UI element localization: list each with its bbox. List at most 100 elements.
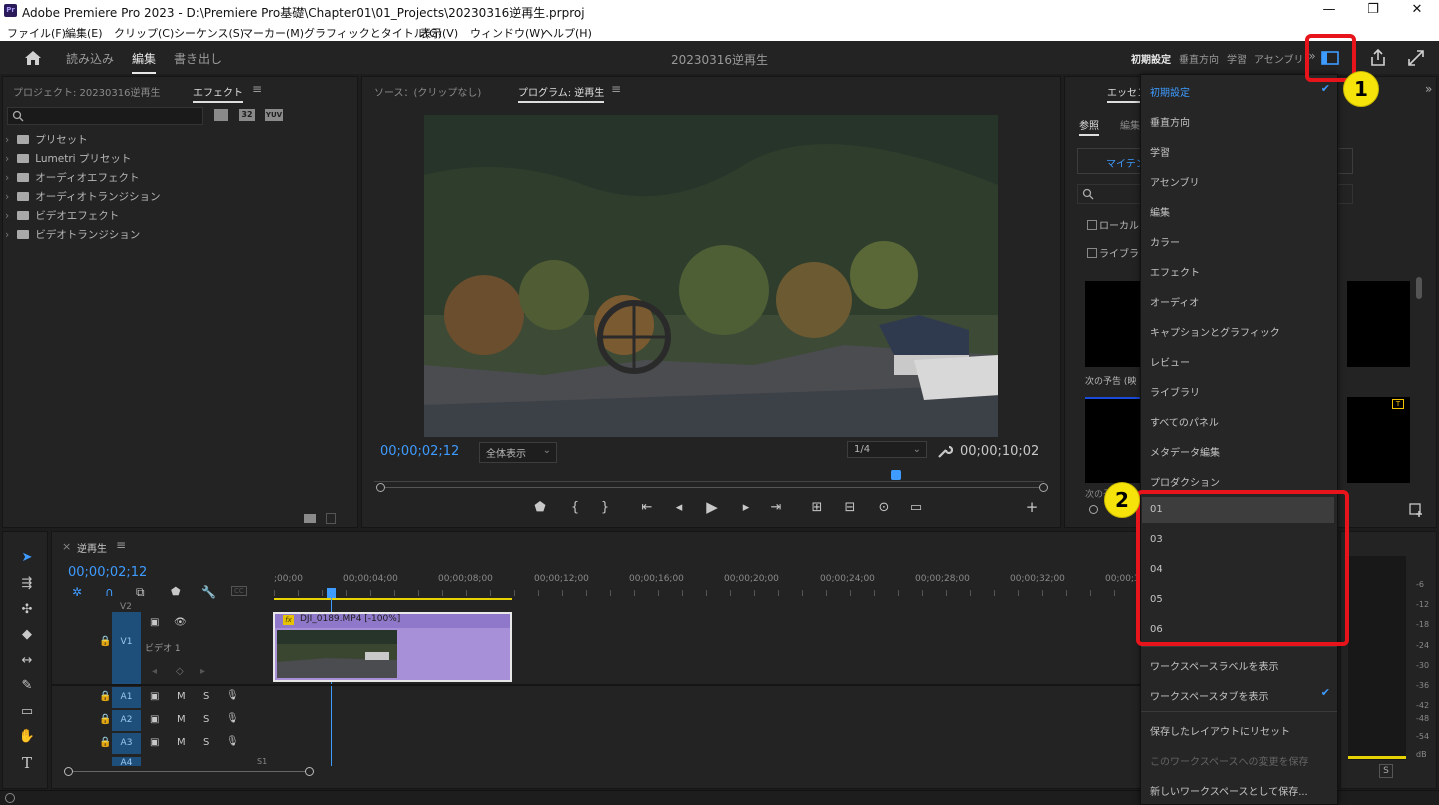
microphone-icon[interactable]: 🎙 — [226, 736, 239, 747]
go-to-in-icon[interactable]: ⇤ — [638, 500, 656, 515]
ripple-edit-tool-icon[interactable]: ✣ — [17, 602, 37, 617]
work-area-bar[interactable] — [274, 598, 512, 600]
tree-item-presets[interactable]: › プリセット — [5, 132, 88, 147]
effects-search-input[interactable] — [7, 107, 203, 125]
menu-item-color[interactable]: カラー — [1150, 234, 1180, 249]
tree-item-video-transitions[interactable]: › ビデオトランジション — [5, 227, 140, 242]
status-icon[interactable] — [5, 793, 15, 803]
scrollbar-handle-left[interactable] — [64, 767, 73, 776]
program-playhead[interactable] — [890, 470, 901, 480]
track-target-a1[interactable]: A1 — [112, 687, 141, 708]
menu-item-production[interactable]: プロダクション — [1150, 474, 1220, 489]
add-keyframe-icon[interactable]: ◇ — [176, 666, 184, 677]
workspace-assembly[interactable]: アセンブリ — [1254, 51, 1304, 66]
selection-tool-icon[interactable]: ➤ — [17, 550, 37, 565]
menu-item-default[interactable]: 初期設定 — [1150, 84, 1190, 99]
mute-button[interactable]: M — [177, 737, 186, 748]
add-marker-icon[interactable]: ⬟ — [531, 500, 549, 515]
template-thumbnail[interactable] — [1347, 281, 1410, 367]
zoom-fit-dropdown[interactable]: 全体表示 ⌄ — [479, 442, 557, 463]
hand-tool-icon[interactable]: ✋ — [17, 729, 37, 744]
linked-selection-icon[interactable]: ⧉ — [136, 585, 145, 600]
fullscreen-icon[interactable] — [1407, 49, 1425, 67]
eye-icon[interactable]: 👁 — [174, 617, 187, 628]
tab-edit-graphics[interactable]: 編集 — [1120, 117, 1140, 132]
share-icon[interactable] — [1368, 48, 1388, 68]
template-thumbnail[interactable] — [1085, 397, 1145, 483]
tab-project[interactable]: プロジェクト: 20230316逆再生 — [13, 84, 160, 99]
menu-marker[interactable]: マーカー(M) — [242, 25, 304, 41]
mute-button[interactable]: M — [177, 714, 186, 725]
playback-resolution-dropdown[interactable]: 1/4 ⌄ — [847, 441, 927, 458]
captions-icon[interactable]: CC — [231, 586, 247, 596]
timeline-ruler-ticks[interactable] — [274, 590, 1140, 596]
sync-lock-icon[interactable]: ▣ — [150, 714, 159, 725]
tree-item-lumetri[interactable]: › Lumetri プリセット — [5, 151, 131, 166]
sync-lock-icon[interactable]: ▣ — [150, 617, 159, 628]
yuv-effects-icon[interactable]: YUV — [265, 109, 283, 121]
menu-item-effects[interactable]: エフェクト — [1150, 264, 1200, 279]
local-checkbox[interactable]: ローカル — [1087, 217, 1139, 232]
trash-icon[interactable] — [326, 513, 336, 524]
comparison-view-icon[interactable]: ▭ — [907, 500, 925, 515]
wrench-settings-icon[interactable] — [937, 444, 953, 458]
menu-option-save-as-new[interactable]: 新しいワークスペースとして保存... — [1150, 783, 1308, 798]
track-target-a2[interactable]: A2 — [112, 710, 141, 731]
lock-icon[interactable]: 🔒 — [99, 737, 111, 748]
zoom-handle-right[interactable] — [1039, 483, 1048, 492]
next-keyframe-icon[interactable]: ▸ — [200, 666, 205, 677]
track-name-v1[interactable]: ビデオ 1 — [145, 641, 181, 654]
menu-item-all-panels[interactable]: すべてのパネル — [1150, 414, 1219, 429]
library-checkbox[interactable]: ライブラ — [1087, 245, 1139, 260]
nest-toggle-icon[interactable]: ✲ — [72, 585, 82, 599]
minimize-button[interactable]: — — [1309, 2, 1349, 20]
microphone-icon[interactable]: 🎙 — [226, 713, 239, 724]
solo-button[interactable]: S — [203, 691, 209, 702]
mark-out-icon[interactable]: } — [596, 500, 614, 515]
menu-view[interactable]: 表示(V) — [420, 25, 458, 41]
tab-program[interactable]: プログラム: 逆再生 — [518, 84, 605, 103]
track-target-a3[interactable]: A3 — [112, 733, 141, 754]
menu-help[interactable]: ヘルプ(H) — [542, 25, 592, 41]
panel-scrollbar[interactable] — [1416, 277, 1422, 299]
prev-keyframe-icon[interactable]: ◂ — [152, 666, 157, 677]
solo-button[interactable]: S — [203, 714, 209, 725]
razor-tool-icon[interactable]: ◆ — [17, 627, 37, 642]
close-window-button[interactable]: ✕ — [1397, 2, 1437, 20]
type-tool-icon[interactable]: T — [17, 754, 37, 772]
menu-item-libraries[interactable]: ライブラリ — [1150, 384, 1200, 399]
video-clip[interactable]: fx DJI_0189.MP4 [-100%] — [273, 612, 512, 682]
solo-button[interactable]: S — [203, 737, 209, 748]
add-marker-icon[interactable]: ⬟ — [171, 585, 181, 598]
mute-button[interactable]: M — [177, 691, 186, 702]
zoom-scrollbar[interactable] — [380, 487, 1044, 488]
program-current-timecode[interactable]: 00;00;02;12 — [380, 444, 459, 459]
menu-item-review[interactable]: レビュー — [1150, 354, 1190, 369]
workspace-default[interactable]: 初期設定 — [1131, 51, 1171, 66]
timeline-playhead-handle[interactable] — [327, 588, 336, 598]
button-editor-icon[interactable]: + — [1023, 498, 1041, 516]
tree-item-video-effects[interactable]: › ビデオエフェクト — [5, 208, 119, 223]
overwrite-icon[interactable]: ⊟ — [841, 500, 859, 515]
lock-icon[interactable]: 🔒 — [99, 691, 111, 702]
tab-effects[interactable]: エフェクト — [193, 84, 243, 103]
pen-tool-icon[interactable]: ✎ — [17, 678, 37, 693]
menu-item-captions-graphics[interactable]: キャプションとグラフィック — [1150, 324, 1280, 339]
panel-more-icon[interactable]: » — [1425, 82, 1432, 96]
mark-in-icon[interactable]: { — [566, 500, 584, 515]
menu-item-vertical[interactable]: 垂直方向 — [1150, 114, 1190, 129]
microphone-icon[interactable]: 🎙 — [226, 690, 239, 701]
timeline-sequence-tab[interactable]: 逆再生 — [77, 540, 107, 555]
menu-clip[interactable]: クリップ(C) — [114, 25, 174, 41]
workspace-vertical[interactable]: 垂直方向 — [1179, 51, 1219, 66]
sync-lock-icon[interactable]: ▣ — [150, 737, 159, 748]
menu-item-editing[interactable]: 編集 — [1150, 204, 1170, 219]
thumbnail-size-slider[interactable] — [1089, 505, 1098, 514]
menu-option-reset-layout[interactable]: 保存したレイアウトにリセット — [1150, 723, 1290, 738]
menu-item-learning[interactable]: 学習 — [1150, 144, 1170, 159]
menu-item-metadata[interactable]: メタデータ編集 — [1150, 444, 1220, 459]
meter-solo-button[interactable]: S — [1379, 764, 1393, 778]
zoom-handle-left[interactable] — [376, 483, 385, 492]
timeline-scrollbar[interactable] — [68, 771, 310, 772]
close-timeline-icon[interactable]: × — [62, 540, 71, 553]
